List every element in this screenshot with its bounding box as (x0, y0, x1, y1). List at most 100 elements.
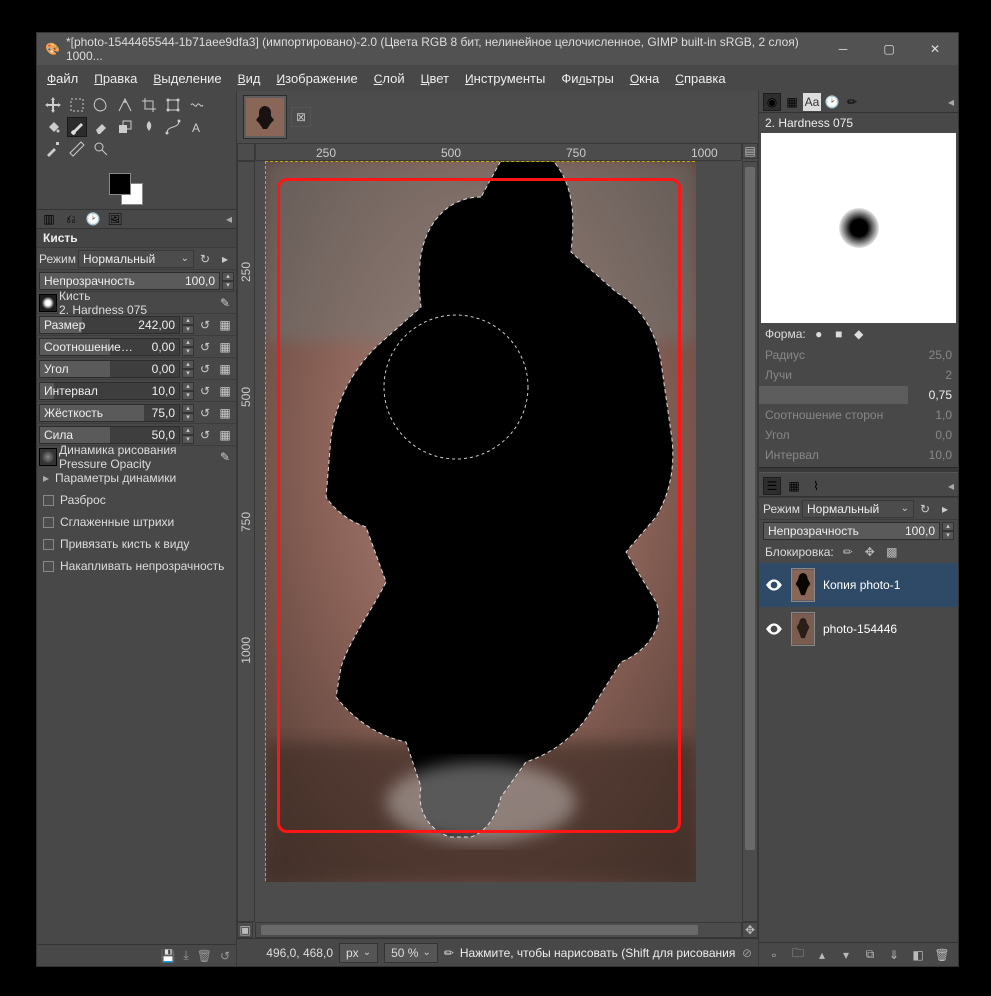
path-tool-icon[interactable] (163, 117, 183, 137)
mask-icon[interactable]: ◧ (909, 946, 927, 964)
vertical-scrollbar[interactable] (742, 161, 758, 922)
ratio-reset-icon[interactable]: ↺ (196, 338, 214, 356)
smooth-checkbox[interactable] (43, 517, 54, 528)
crop-tool-icon[interactable] (139, 95, 159, 115)
close-button[interactable]: ✕ (912, 33, 958, 65)
unit-select[interactable]: px⌄ (339, 943, 378, 963)
ruler-vertical[interactable]: 250 500 750 1000 (237, 161, 255, 922)
channels-tab-icon[interactable]: ▦ (785, 477, 803, 495)
layer-group-icon[interactable]: 🗀 (789, 946, 807, 964)
menu-view[interactable]: Вид (232, 69, 267, 88)
visibility-icon[interactable] (765, 620, 783, 638)
shape-circle-icon[interactable]: ● (812, 327, 826, 341)
menu-image[interactable]: Изображение (271, 69, 364, 88)
reset-options-icon[interactable]: ↺ (220, 949, 230, 963)
menu-color[interactable]: Цвет (415, 69, 455, 88)
menu-windows[interactable]: Окна (624, 69, 665, 88)
spacing-spinner[interactable]: ▴▾ (182, 382, 194, 400)
brush-edit-icon[interactable]: ✎ (216, 294, 234, 312)
hardness-slider[interactable]: Жёсткость75,0 (39, 404, 180, 422)
canvas-viewport[interactable] (255, 161, 742, 922)
nav-corner-icon[interactable]: ✥ (742, 922, 758, 938)
angle-reset-icon[interactable]: ↺ (196, 360, 214, 378)
lower-layer-icon[interactable]: ▾ (837, 946, 855, 964)
force-link-icon[interactable]: ▦ (216, 426, 234, 444)
brush-preview-icon[interactable] (39, 294, 57, 312)
measure-tool-icon[interactable] (67, 139, 87, 159)
ratio-link-icon[interactable]: ▦ (216, 338, 234, 356)
menu-help[interactable]: Справка (669, 69, 731, 88)
scatter-checkbox[interactable] (43, 495, 54, 506)
fg-color[interactable] (109, 173, 131, 195)
maximize-button[interactable]: ▢ (866, 33, 912, 65)
size-reset-icon[interactable]: ↺ (196, 316, 214, 334)
accumulate-checkbox[interactable] (43, 561, 54, 572)
device-status-tab-icon[interactable]: ⎌ (63, 211, 79, 227)
bucket-fill-tool-icon[interactable] (43, 117, 63, 137)
color-swatch[interactable] (109, 173, 149, 203)
layer-item[interactable]: Копия photo-1 (759, 563, 958, 607)
size-slider[interactable]: Размер242,00 (39, 316, 180, 334)
spacing-reset-icon[interactable]: ↺ (196, 382, 214, 400)
images-tab-icon[interactable]: 🖼 (107, 211, 123, 227)
lock-position-icon[interactable]: ✥ (862, 544, 878, 560)
raise-layer-icon[interactable]: ▴ (813, 946, 831, 964)
size-link-icon[interactable]: ▦ (216, 316, 234, 334)
size-spinner[interactable]: ▴▾ (182, 316, 194, 334)
duplicate-layer-icon[interactable]: ⧉ (861, 946, 879, 964)
ratio-slider[interactable]: Соотношение…0,00 (39, 338, 180, 356)
angle-slider[interactable]: Угол0,00 (39, 360, 180, 378)
horizontal-scrollbar[interactable] (255, 922, 742, 938)
dock-menu-icon[interactable]: ◂ (948, 95, 954, 109)
patterns-tab-icon[interactable]: ▦ (783, 93, 801, 111)
menu-select[interactable]: Выделение (147, 69, 227, 88)
lock-pixels-icon[interactable]: ✏ (840, 544, 856, 560)
ratio-spinner[interactable]: ▴▾ (182, 338, 194, 356)
force-reset-icon[interactable]: ↺ (196, 426, 214, 444)
merge-down-icon[interactable]: ⇓ (885, 946, 903, 964)
layer-opacity-slider[interactable]: Непрозрачность100,0 (763, 522, 940, 540)
shape-square-icon[interactable]: ■ (832, 327, 846, 341)
layer-opacity-spinner[interactable]: ▴▾ (942, 522, 954, 540)
layer-mode-reset-icon[interactable]: ↻ (916, 500, 934, 518)
new-layer-icon[interactable]: ▫ (765, 946, 783, 964)
angle-spinner[interactable]: ▴▾ (182, 360, 194, 378)
brush-preview[interactable] (761, 133, 956, 323)
paintbrush-tool-icon[interactable] (67, 117, 87, 137)
menu-tools[interactable]: Инструменты (459, 69, 551, 88)
visibility-icon[interactable] (765, 576, 783, 594)
quick-mask-icon[interactable]: ▣ (237, 922, 253, 938)
mode-menu-icon[interactable]: ▸ (216, 250, 234, 268)
hardness-reset-icon[interactable]: ↺ (196, 404, 214, 422)
close-image-icon[interactable]: ⊠ (291, 107, 311, 127)
mode-select[interactable]: Нормальный⌄ (78, 250, 194, 268)
hardness-spinner[interactable]: ▴▾ (182, 404, 194, 422)
opacity-spinner[interactable]: ▴▾ (222, 272, 234, 290)
menu-file[interactable]: Файл (41, 69, 84, 88)
delete-options-icon[interactable]: 🗑 (197, 949, 212, 963)
rect-select-tool-icon[interactable] (67, 95, 87, 115)
nav-right-icon[interactable]: ▤ (742, 143, 758, 159)
opacity-slider[interactable]: Непрозрачность100,0 (39, 272, 220, 290)
angle-link-icon[interactable]: ▦ (216, 360, 234, 378)
dynamics-icon[interactable] (39, 448, 57, 466)
clone-tool-icon[interactable] (115, 117, 135, 137)
layer-mode-menu-icon[interactable]: ▸ (936, 500, 954, 518)
undo-history-tab-icon[interactable]: 🕑 (85, 211, 101, 227)
layers-menu-icon[interactable]: ◂ (948, 479, 954, 493)
eraser-tool-icon[interactable] (91, 117, 111, 137)
layer-mode-select[interactable]: Нормальный⌄ (802, 500, 914, 518)
delete-layer-icon[interactable]: 🗑 (933, 946, 951, 964)
force-spinner[interactable]: ▴▾ (182, 426, 194, 444)
text-tool-icon[interactable]: A (187, 117, 207, 137)
spacing-link-icon[interactable]: ▦ (216, 382, 234, 400)
transform-tool-icon[interactable] (163, 95, 183, 115)
move-tool-icon[interactable] (43, 95, 63, 115)
free-select-tool-icon[interactable] (91, 95, 111, 115)
smudge-tool-icon[interactable] (139, 117, 159, 137)
force-slider[interactable]: Сила50,0 (39, 426, 180, 444)
brushes-tab-icon[interactable]: ◉ (763, 93, 781, 111)
dynamics-params-label[interactable]: Параметры динамики (55, 471, 176, 485)
lock-brush-checkbox[interactable] (43, 539, 54, 550)
lock-alpha-icon[interactable]: ▩ (884, 544, 900, 560)
